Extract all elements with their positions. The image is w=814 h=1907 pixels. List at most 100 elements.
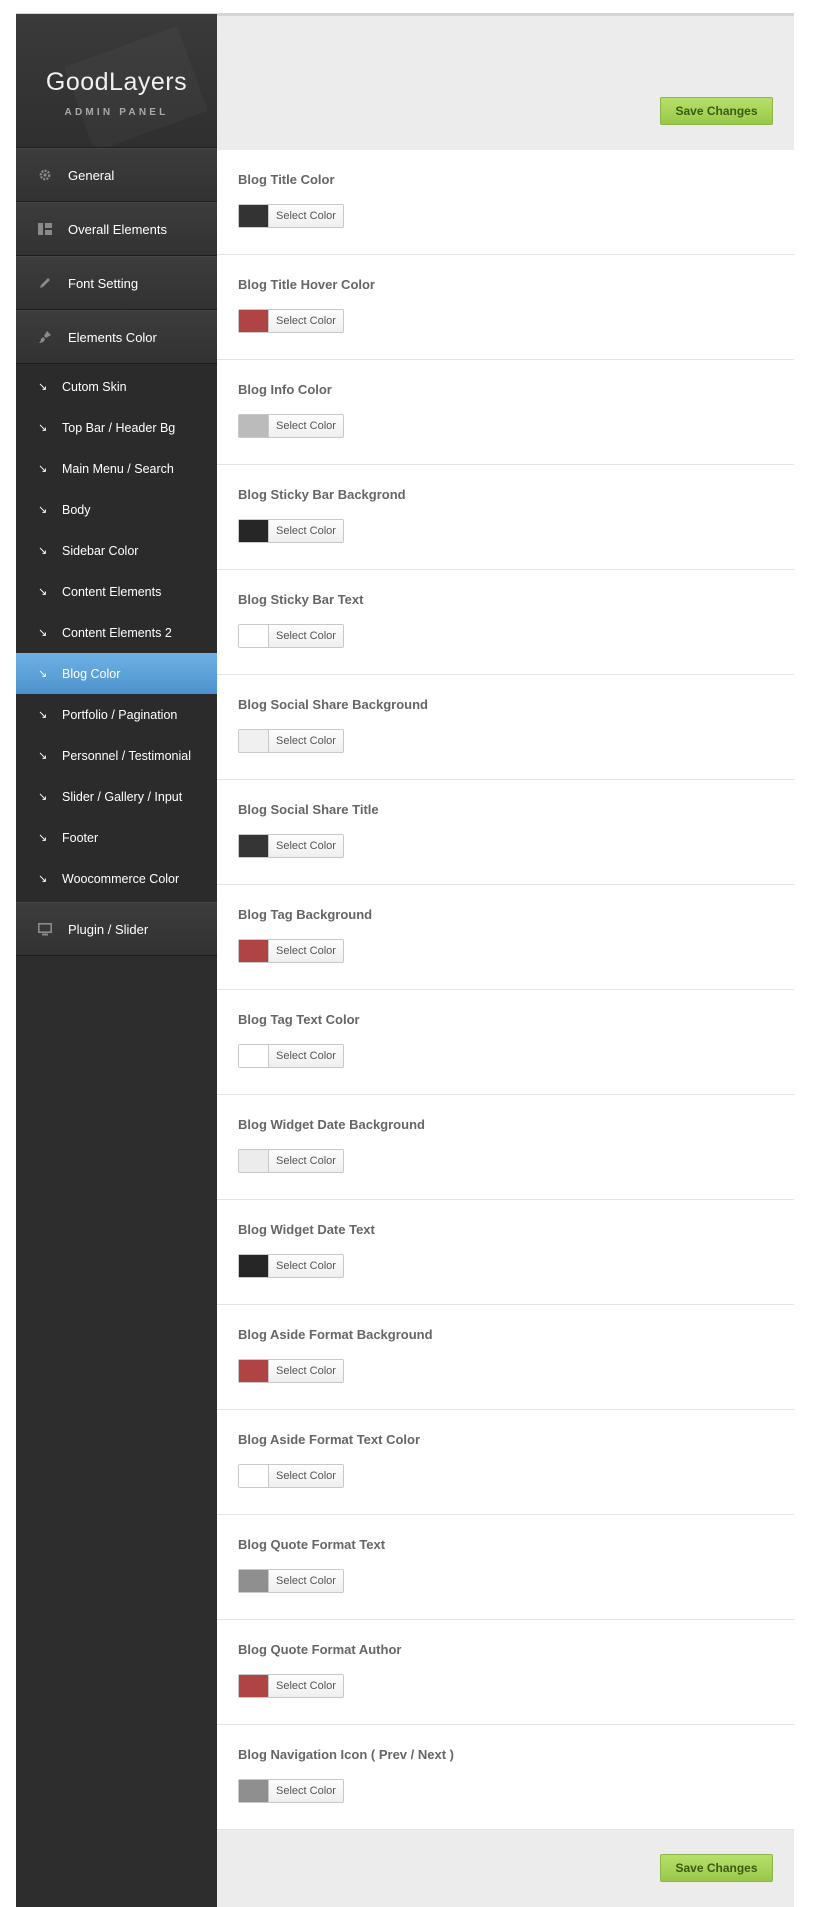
sidebar-subitem-slider-gallery-input[interactable]: ↘ Slider / Gallery / Input xyxy=(16,776,217,817)
color-picker[interactable]: Select Color xyxy=(238,624,344,648)
color-swatch[interactable] xyxy=(239,205,269,227)
select-color-button[interactable]: Select Color xyxy=(269,1045,343,1067)
color-picker[interactable]: Select Color xyxy=(238,1149,344,1173)
save-changes-button-bottom[interactable]: Save Changes xyxy=(660,1854,773,1882)
arrow-down-right-icon: ↘ xyxy=(38,750,48,762)
sidebar-item-label: General xyxy=(68,167,115,183)
color-option-row: Blog Navigation Icon ( Prev / Next ) Sele… xyxy=(217,1725,794,1830)
color-picker[interactable]: Select Color xyxy=(238,414,344,438)
color-picker[interactable]: Select Color xyxy=(238,834,344,858)
brand-subtitle: ADMIN PANEL xyxy=(64,107,169,118)
color-picker[interactable]: Select Color xyxy=(238,1464,344,1488)
color-swatch[interactable] xyxy=(239,520,269,542)
select-color-button[interactable]: Select Color xyxy=(269,1780,343,1802)
sidebar-subitem-blog-color[interactable]: ↘ Blog Color xyxy=(16,653,217,694)
color-option-row: Blog Sticky Bar Backgrond Select Color xyxy=(217,465,794,570)
select-color-button[interactable]: Select Color xyxy=(269,1255,343,1277)
sidebar-subitem-label: Portfolio / Pagination xyxy=(62,707,178,722)
arrow-down-right-icon: ↘ xyxy=(38,668,48,680)
color-swatch[interactable] xyxy=(239,1360,269,1382)
select-color-button[interactable]: Select Color xyxy=(269,310,343,332)
color-swatch[interactable] xyxy=(239,625,269,647)
sidebar-item-plugin-slider[interactable]: Plugin / Slider xyxy=(16,902,217,956)
select-color-button[interactable]: Select Color xyxy=(269,1675,343,1697)
arrow-down-right-icon: ↘ xyxy=(38,381,48,393)
option-label: Blog Info Color xyxy=(238,382,332,397)
color-swatch[interactable] xyxy=(239,1150,269,1172)
option-label: Blog Sticky Bar Backgrond xyxy=(238,487,406,502)
sidebar-item-font-setting[interactable]: Font Setting xyxy=(16,256,217,310)
color-swatch[interactable] xyxy=(239,940,269,962)
select-color-button[interactable]: Select Color xyxy=(269,1150,343,1172)
options-list: Blog Title Color Select Color Blog Title H… xyxy=(217,150,794,1830)
option-label: Blog Quote Format Author xyxy=(238,1642,402,1657)
color-swatch[interactable] xyxy=(239,1255,269,1277)
sidebar-subitem-woocommerce-color[interactable]: ↘ Woocommerce Color xyxy=(16,858,217,899)
color-swatch[interactable] xyxy=(239,415,269,437)
color-picker[interactable]: Select Color xyxy=(238,939,344,963)
color-swatch[interactable] xyxy=(239,1570,269,1592)
sidebar-item-elements-color[interactable]: Elements Color xyxy=(16,310,217,364)
color-option-row: Blog Social Share Background Select Color xyxy=(217,675,794,780)
main-panel: Save Changes Blog Title Color Select Colo… xyxy=(217,16,794,1907)
color-picker[interactable]: Select Color xyxy=(238,519,344,543)
sidebar-subitem-label: Body xyxy=(62,502,91,517)
sidebar-subitem-content-elements[interactable]: ↘ Content Elements xyxy=(16,571,217,612)
select-color-button[interactable]: Select Color xyxy=(269,520,343,542)
select-color-button[interactable]: Select Color xyxy=(269,205,343,227)
color-swatch[interactable] xyxy=(239,1465,269,1487)
color-swatch[interactable] xyxy=(239,730,269,752)
select-color-button[interactable]: Select Color xyxy=(269,1465,343,1487)
sidebar-subitem-sidebar-color[interactable]: ↘ Sidebar Color xyxy=(16,530,217,571)
arrow-down-right-icon: ↘ xyxy=(38,873,48,885)
color-picker[interactable]: Select Color xyxy=(238,1254,344,1278)
color-picker[interactable]: Select Color xyxy=(238,1044,344,1068)
sidebar-subitem-main-menu-search[interactable]: ↘ Main Menu / Search xyxy=(16,448,217,489)
select-color-button[interactable]: Select Color xyxy=(269,415,343,437)
color-option-row: Blog Sticky Bar Text Select Color xyxy=(217,570,794,675)
select-color-button[interactable]: Select Color xyxy=(269,625,343,647)
color-option-row: Blog Quote Format Text Select Color xyxy=(217,1515,794,1620)
sidebar-subitem-label: Top Bar / Header Bg xyxy=(62,420,176,435)
option-label: Blog Title Color xyxy=(238,172,335,187)
select-color-button[interactable]: Select Color xyxy=(269,730,343,752)
pencil-icon xyxy=(34,276,56,290)
option-label: Blog Social Share Background xyxy=(238,697,428,712)
color-picker[interactable]: Select Color xyxy=(238,1779,344,1803)
sidebar-subitem-top-bar-header[interactable]: ↘ Top Bar / Header Bg xyxy=(16,407,217,448)
color-picker[interactable]: Select Color xyxy=(238,1674,344,1698)
sidebar-subitem-personnel-testimonial[interactable]: ↘ Personnel / Testimonial xyxy=(16,735,217,776)
color-picker[interactable]: Select Color xyxy=(238,309,344,333)
option-label: Blog Widget Date Background xyxy=(238,1117,425,1132)
arrow-down-right-icon: ↘ xyxy=(38,463,48,475)
select-color-button[interactable]: Select Color xyxy=(269,1570,343,1592)
sidebar-subitem-content-elements-2[interactable]: ↘ Content Elements 2 xyxy=(16,612,217,653)
sidebar-subitem-portfolio-pagination[interactable]: ↘ Portfolio / Pagination xyxy=(16,694,217,735)
arrow-down-right-icon: ↘ xyxy=(38,504,48,516)
color-swatch[interactable] xyxy=(239,1675,269,1697)
option-label: Blog Tag Text Color xyxy=(238,1012,360,1027)
option-label: Blog Tag Background xyxy=(238,907,373,922)
sidebar-item-general[interactable]: General xyxy=(16,148,217,202)
color-picker[interactable]: Select Color xyxy=(238,204,344,228)
sidebar-subitem-body[interactable]: ↘ Body xyxy=(16,489,217,530)
brand-header: GoodLayers ADMIN PANEL xyxy=(16,14,217,148)
color-swatch[interactable] xyxy=(239,1780,269,1802)
sidebar-subitem-footer[interactable]: ↘ Footer xyxy=(16,817,217,858)
sidebar-subitem-cutom-skin[interactable]: ↘ Cutom Skin xyxy=(16,366,217,407)
color-picker[interactable]: Select Color xyxy=(238,729,344,753)
color-option-row: Blog Aside Format Background Select Color xyxy=(217,1305,794,1410)
color-swatch[interactable] xyxy=(239,835,269,857)
sidebar-item-overall-elements[interactable]: Overall Elements xyxy=(16,202,217,256)
sidebar-subitem-label: Footer xyxy=(62,830,99,845)
color-picker[interactable]: Select Color xyxy=(238,1569,344,1593)
color-picker[interactable]: Select Color xyxy=(238,1359,344,1383)
save-changes-button[interactable]: Save Changes xyxy=(660,97,773,125)
layout-icon xyxy=(34,222,56,236)
select-color-button[interactable]: Select Color xyxy=(269,940,343,962)
select-color-button[interactable]: Select Color xyxy=(269,1360,343,1382)
sidebar-subitem-label: Woocommerce Color xyxy=(62,871,180,886)
color-swatch[interactable] xyxy=(239,310,269,332)
select-color-button[interactable]: Select Color xyxy=(269,835,343,857)
color-swatch[interactable] xyxy=(239,1045,269,1067)
